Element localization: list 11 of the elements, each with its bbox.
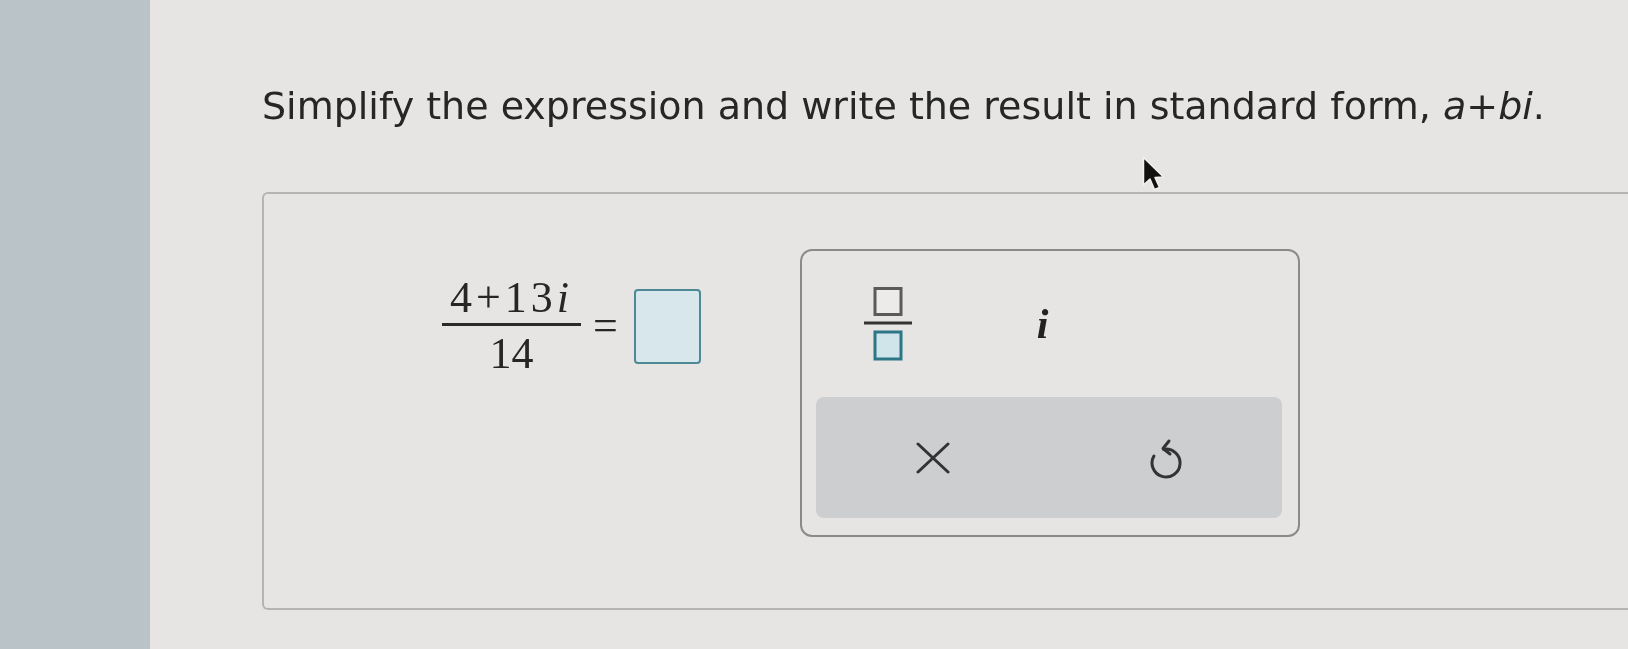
cross-icon [915, 441, 950, 474]
denominator-text: 14 [488, 328, 535, 376]
fraction-template-icon [863, 287, 912, 361]
imaginary-unit-button[interactable]: i [1032, 302, 1053, 346]
fraction-button[interactable] [863, 287, 912, 361]
answer-box[interactable] [633, 288, 701, 364]
equals-sign: = [593, 304, 618, 348]
numerator-text: 4+13i [449, 276, 575, 323]
clear-button[interactable] [915, 441, 950, 474]
cursor-icon [1142, 156, 1166, 192]
instruction-text: Simplify the expression and write the result in standard form, a+bi. [262, 83, 1545, 130]
